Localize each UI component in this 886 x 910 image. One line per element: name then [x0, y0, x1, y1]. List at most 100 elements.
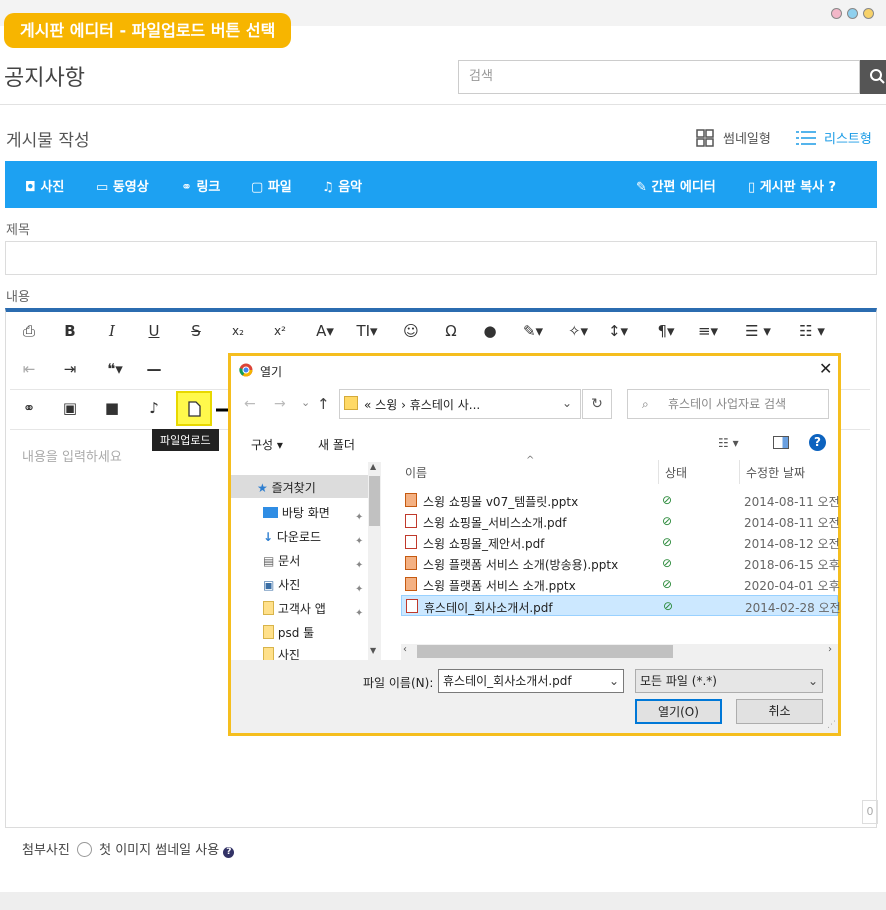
file-row[interactable]: 스윙 쇼핑몰 v07_템플릿.pptx ⊘ 2014-08-11 오전	[401, 490, 840, 511]
column-status[interactable]: 상태	[665, 464, 687, 481]
breadcrumb-item[interactable]: 휴스테이 사...	[410, 398, 480, 412]
scroll-left-icon[interactable]: ‹	[403, 644, 407, 655]
search-input[interactable]: 검색	[458, 60, 860, 94]
simple-editor-button[interactable]: ✎ 간편 에디터	[636, 176, 716, 195]
open-button[interactable]: 열기(O)	[635, 699, 722, 724]
new-folder-button[interactable]: 새 폴더	[318, 436, 355, 453]
preview-pane-icon[interactable]	[773, 436, 789, 449]
file-row[interactable]: 스윙 쇼핑몰_서비스소개.pdf ⊘ 2014-08-11 오전	[401, 511, 840, 532]
nav-item-pictures[interactable]: ▣ 사진	[263, 576, 300, 593]
quote-dropdown[interactable]: ❝▾	[97, 358, 133, 380]
filetype-select[interactable]: 모든 파일 (*.*) ⌄	[635, 669, 823, 693]
column-name[interactable]: 이름	[405, 464, 427, 481]
line-height-dropdown[interactable]: ↕▾	[603, 320, 633, 342]
font-color-dropdown[interactable]: A▾	[307, 320, 343, 342]
unordered-list-dropdown[interactable]: ☷ ▾	[790, 320, 834, 342]
folder-icon	[263, 625, 274, 639]
chrome-icon	[239, 363, 253, 377]
horizontal-rule-icon[interactable]: —	[139, 358, 169, 380]
back-arrow-icon[interactable]: ←	[244, 396, 256, 412]
chevron-down-icon[interactable]: ⌄	[609, 670, 619, 692]
recent-dropdown-icon[interactable]: ⌄	[301, 396, 310, 409]
nav-label: 고객사 앱	[277, 602, 326, 616]
close-icon[interactable]: ✕	[819, 359, 832, 378]
file-row[interactable]: 스윙 플랫폼 서비스 소개(방송용).pptx ⊘ 2018-06-15 오후	[401, 553, 840, 574]
align-dropdown[interactable]: ≡▾	[690, 320, 726, 342]
emoticon-icon[interactable]: ☺	[396, 320, 426, 342]
file-row[interactable]: 스윙 플랫폼 서비스 소개.pptx ⊘ 2020-04-01 오후	[401, 574, 840, 595]
link-label: 링크	[196, 180, 221, 195]
music-note-icon[interactable]: ♪	[139, 397, 169, 419]
breadcrumb-item[interactable]: 스윙	[375, 398, 397, 412]
nav-scroll-thumb[interactable]	[369, 476, 380, 526]
chevron-down-icon[interactable]: ⌄	[808, 670, 818, 692]
attach-photo-option[interactable]: 첨부사진 첫 이미지 썸네일 사용 ?	[22, 839, 235, 858]
subscript-button[interactable]: x₂	[223, 320, 253, 342]
column-modified[interactable]: 수정한 날짜	[746, 464, 805, 481]
radio-button[interactable]	[76, 842, 92, 857]
forward-arrow-icon[interactable]: →	[274, 396, 286, 412]
help-icon[interactable]: ?	[223, 847, 235, 858]
outdent-icon[interactable]: ⇤	[14, 358, 44, 380]
paragraph-dropdown[interactable]: ¶▾	[648, 320, 684, 342]
search-button[interactable]	[860, 60, 886, 94]
ordered-list-dropdown[interactable]: ☰ ▾	[736, 320, 780, 342]
help-icon[interactable]: ?	[809, 434, 826, 451]
filename-input[interactable]: 휴스테이_회사소개서.pdf ⌄	[438, 669, 624, 693]
view-list-button[interactable]: 리스트형	[824, 128, 872, 147]
magic-wand-dropdown[interactable]: ✧▾	[560, 320, 596, 342]
nav-item-folder[interactable]: 고객사 앱	[263, 600, 326, 617]
underline-button[interactable]: U	[139, 320, 169, 342]
font-size-dropdown[interactable]: TI▾	[349, 320, 385, 342]
breadcrumb-overflow[interactable]: «	[364, 398, 371, 412]
file-label: 파일	[267, 180, 292, 195]
address-bar[interactable]: « 스윙 › 휴스테이 사... ⌄	[339, 389, 581, 419]
toolbar-photo-button[interactable]: ◘ 사진	[25, 176, 64, 195]
strikethrough-button[interactable]: S	[181, 320, 211, 342]
bold-button[interactable]: B	[55, 320, 85, 342]
file-upload-button[interactable]	[176, 391, 212, 426]
resize-grip-icon[interactable]: ⋰	[827, 720, 836, 730]
nav-scroll-up-icon[interactable]: ▲	[370, 462, 376, 471]
nav-item-folder[interactable]: psd 툴	[263, 624, 314, 641]
subject-input[interactable]	[5, 241, 877, 275]
folder-search-input[interactable]: ⌕ 휴스테이 사업자료 검색	[627, 389, 829, 419]
organize-menu[interactable]: 구성 ▾	[251, 436, 283, 453]
nav-item-folder[interactable]: 사진	[263, 646, 300, 660]
nav-item-favorites[interactable]: ★ 즐겨찾기	[257, 479, 316, 496]
up-arrow-icon[interactable]: ↑	[317, 395, 330, 413]
view-thumbnail-button[interactable]: 썸네일형	[723, 128, 771, 147]
file-date: 2014-08-12 오전	[744, 537, 840, 551]
cancel-button[interactable]: 취소	[736, 699, 823, 724]
image-icon[interactable]: ▣	[55, 397, 85, 419]
nav-item-documents[interactable]: ▤ 문서	[263, 552, 300, 569]
horizontal-scroll-thumb[interactable]	[417, 645, 673, 658]
toolbar-music-button[interactable]: ♫ 음악	[322, 176, 362, 195]
nav-scroll-down-icon[interactable]: ▼	[370, 646, 376, 655]
special-char-icon[interactable]: Ω	[436, 320, 466, 342]
scroll-right-icon[interactable]: ›	[828, 644, 832, 655]
ink-drop-icon[interactable]: ●	[475, 320, 505, 342]
toolbar-video-button[interactable]: ▭ 동영상	[96, 176, 149, 195]
superscript-button[interactable]: x²	[265, 320, 295, 342]
print-icon[interactable]: ⎙	[14, 320, 44, 342]
file-row[interactable]: 휴스테이_회사소개서.pdf ⊘ 2014-02-28 오전	[401, 595, 841, 616]
help-icon[interactable]: ?	[829, 180, 837, 195]
file-row[interactable]: 스윙 쇼핑몰_제안서.pdf ⊘ 2014-08-12 오전	[401, 532, 840, 553]
view-options-icon[interactable]: ☷ ▾	[718, 436, 739, 450]
dialog-title: 열기	[260, 365, 283, 379]
chevron-down-icon[interactable]: ⌄	[562, 396, 572, 410]
italic-button[interactable]: I	[97, 320, 127, 342]
document-icon: ▤	[263, 554, 275, 568]
desktop-icon	[263, 507, 278, 518]
indent-icon[interactable]: ⇥	[55, 358, 85, 380]
brush-dropdown[interactable]: ✎▾	[515, 320, 551, 342]
nav-item-desktop[interactable]: 바탕 화면	[263, 504, 330, 521]
link-icon[interactable]: ⚭	[14, 397, 44, 419]
nav-item-downloads[interactable]: ↓ 다운로드	[263, 528, 321, 545]
toolbar-file-button[interactable]: ▢ 파일	[251, 176, 292, 195]
toolbar-link-button[interactable]: ⚭ 링크	[181, 176, 220, 195]
video-camera-icon[interactable]: ■	[97, 397, 127, 419]
refresh-icon[interactable]: ↻	[582, 389, 612, 419]
copy-board-button[interactable]: ▯ 게시판 복사 ?	[748, 176, 836, 195]
